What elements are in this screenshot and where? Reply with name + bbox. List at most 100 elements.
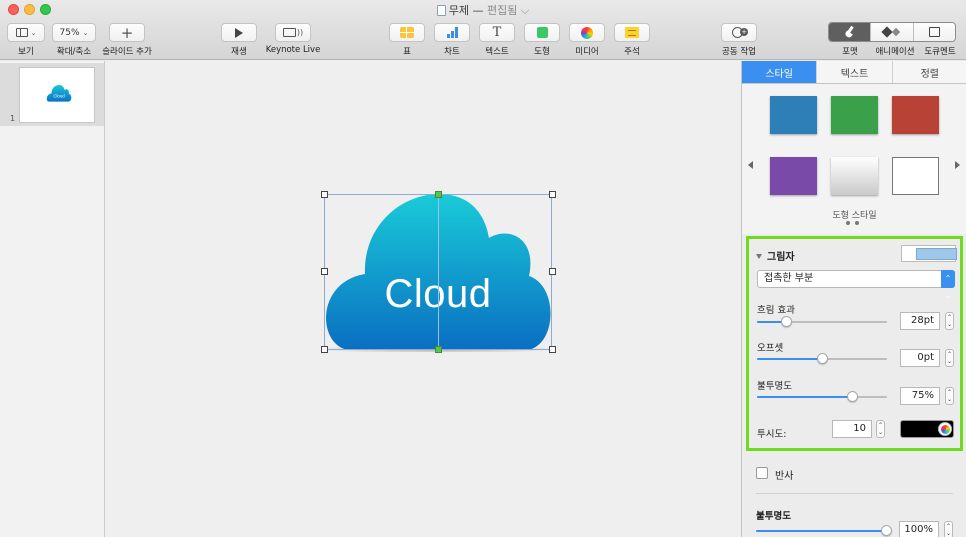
resize-handle-bottom-left[interactable] [321, 346, 328, 353]
format-button[interactable] [829, 23, 871, 41]
photos-icon [581, 26, 593, 39]
shadow-opacity-slider[interactable] [757, 391, 887, 402]
tab-style[interactable]: 스타일 [742, 61, 817, 83]
resize-handle-top-center[interactable] [435, 191, 442, 198]
comment-button[interactable] [614, 23, 650, 42]
resize-handle-bottom-right[interactable] [549, 346, 556, 353]
shape-style-swatch[interactable] [831, 96, 878, 134]
offset-slider[interactable] [757, 353, 887, 364]
previous-styles-arrow-icon[interactable] [748, 161, 753, 169]
shape-button[interactable] [524, 23, 560, 42]
chart-button[interactable] [434, 23, 470, 42]
opacity-stepper[interactable]: ⌃ ⌄ [944, 521, 953, 537]
play-icon [235, 27, 243, 38]
opacity-slider[interactable] [756, 525, 892, 536]
disclosure-triangle-icon [756, 254, 762, 259]
color-wheel-icon[interactable] [938, 422, 952, 436]
slide-thumbnail-selected[interactable]: Cloud 1 [0, 63, 104, 126]
slider-fill [757, 358, 822, 360]
slider-knob[interactable] [817, 353, 828, 364]
blur-field[interactable]: 28pt [900, 312, 940, 330]
title-separator: — [472, 4, 484, 17]
sidebar-icon [15, 28, 28, 37]
blur-slider[interactable] [757, 316, 887, 327]
document-name: 무제 [448, 4, 470, 17]
resize-handle-top-left[interactable] [321, 191, 328, 198]
offset-stepper[interactable]: ⌃ ⌄ [945, 349, 954, 367]
document-button[interactable] [912, 23, 955, 41]
slide-canvas[interactable]: Cloud [105, 61, 741, 537]
slide-navigator: Cloud 1 [0, 61, 105, 537]
collaborate-icon [731, 27, 748, 38]
shape-style-swatch[interactable] [892, 157, 939, 195]
chevron-down-icon: ⌄ [82, 28, 89, 37]
svg-text:Cloud: Cloud [53, 93, 65, 98]
media-button[interactable] [569, 23, 605, 42]
offset-label: 오프셋 [757, 343, 784, 354]
shadow-color-well[interactable] [900, 420, 954, 438]
blur-stepper[interactable]: ⌃ ⌄ [945, 312, 954, 330]
table-icon [400, 27, 414, 38]
shadow-opacity-field[interactable]: 75% [900, 387, 940, 405]
view-button[interactable]: ⌄ [7, 23, 45, 42]
slide-thumbnail[interactable]: Cloud [19, 67, 95, 123]
text-label: 텍스트 [485, 47, 509, 57]
animate-icon-trail [891, 27, 901, 37]
opacity-field[interactable]: 100% [899, 521, 939, 537]
shape-styles-panel: 도형 스타일 [742, 84, 966, 234]
shape-styles-caption: 도형 스타일 [832, 211, 877, 221]
shadow-title: 그림자 [767, 252, 795, 263]
document-icon [436, 5, 446, 16]
offset-field[interactable]: 0pt [900, 349, 940, 367]
shadow-opacity-label: 불투명도 [757, 381, 792, 392]
perspective-field[interactable]: 10 [832, 420, 872, 438]
collaborate-button[interactable] [721, 23, 757, 42]
broadcast-icon: )) [296, 28, 304, 37]
window-title: 무제 — 편집됨 ⌵ [0, 2, 966, 18]
add-slide-label: 슬라이드 추가 [102, 47, 152, 57]
shape-style-swatch[interactable] [770, 157, 817, 195]
chart-label: 차트 [444, 47, 460, 57]
animate-label: 애니메이션 [875, 47, 915, 57]
shape-style-swatch[interactable] [831, 157, 878, 195]
resize-handle-top-right[interactable] [549, 191, 556, 198]
resize-handle-bottom-center[interactable] [435, 346, 442, 353]
keynote-live-label: Keynote Live [265, 45, 321, 55]
page-dots[interactable] [846, 221, 859, 225]
resize-handle-middle-right[interactable] [549, 268, 556, 275]
slider-knob[interactable] [881, 525, 892, 536]
reflection-label: 반사 [775, 471, 794, 482]
tab-text[interactable]: 텍스트 [816, 61, 892, 83]
perspective-label: 투시도: [757, 429, 787, 440]
alignment-guide [438, 194, 439, 350]
next-styles-arrow-icon[interactable] [955, 161, 960, 169]
shape-style-swatch[interactable] [770, 96, 817, 134]
reflection-checkbox[interactable] [756, 467, 768, 479]
shadow-toggle[interactable]: 그림자 [756, 248, 795, 263]
tab-arrange[interactable]: 정렬 [891, 61, 966, 83]
table-button[interactable] [389, 23, 425, 42]
resize-handle-middle-left[interactable] [321, 268, 328, 275]
slider-fill [757, 396, 852, 398]
slide-number: 1 [10, 114, 16, 123]
display-icon [282, 28, 296, 37]
slider-knob[interactable] [780, 316, 792, 327]
paintbrush-icon [845, 26, 855, 38]
zoom-popup[interactable]: 75% ⌄ [52, 23, 96, 42]
collaborate-label: 공동 작업 [722, 47, 756, 57]
play-button[interactable] [221, 23, 257, 42]
document-state[interactable]: 편집됨 ⌵ [487, 4, 529, 17]
shape-style-swatch[interactable] [892, 96, 939, 134]
keynote-live-button[interactable]: )) [275, 23, 311, 42]
chevron-updown-icon: ⌃ ⌄ [941, 270, 955, 300]
slider-knob[interactable] [846, 391, 858, 402]
add-slide-button[interactable]: + [109, 23, 145, 42]
perspective-stepper[interactable]: ⌃ ⌄ [876, 420, 885, 438]
shadow-preview[interactable] [901, 245, 957, 262]
document-icon [928, 27, 940, 37]
text-button[interactable]: T [479, 23, 515, 42]
shadow-opacity-stepper[interactable]: ⌃ ⌄ [945, 387, 954, 405]
comment-icon [625, 27, 639, 38]
animate-button[interactable] [870, 23, 913, 41]
shadow-type-popup[interactable]: 접촉한 부분 ⌃ ⌄ [757, 270, 955, 300]
